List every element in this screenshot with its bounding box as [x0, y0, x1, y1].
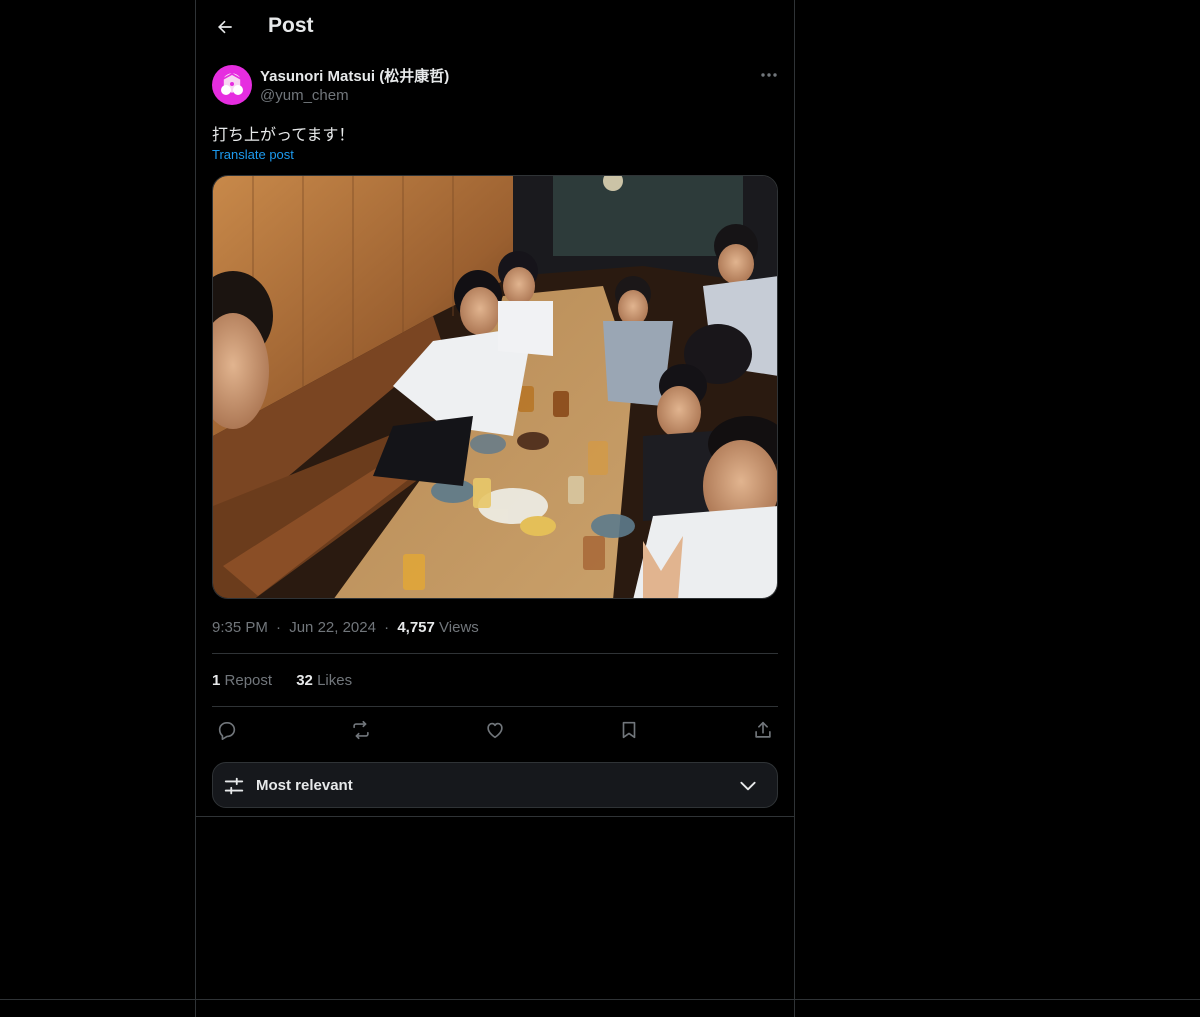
author-display-name[interactable]: Yasunori Matsui (松井康哲) — [260, 65, 449, 86]
views-label: Views — [439, 619, 479, 636]
page-header: Post — [196, 0, 794, 54]
page-title: Post — [268, 14, 314, 37]
photo-image — [213, 176, 777, 598]
more-dots-icon — [761, 73, 777, 77]
reply-button[interactable] — [211, 716, 243, 744]
avatar-logo-icon — [221, 73, 243, 95]
post-meta: 9:35 PM · Jun 22, 2024 · 4,757 Views — [212, 619, 479, 636]
likes-count: 32 — [296, 672, 313, 689]
post-date[interactable]: Jun 22, 2024 — [289, 619, 376, 636]
back-button[interactable] — [208, 10, 242, 44]
translate-post-link[interactable]: Translate post — [212, 147, 294, 162]
likes-stat[interactable]: 32 Likes — [296, 672, 352, 689]
meta-separator: · — [384, 619, 390, 636]
action-bar — [212, 716, 778, 744]
post-stats: 1 Repost 32 Likes — [212, 672, 352, 689]
repost-button[interactable] — [345, 716, 377, 744]
sort-label: Most relevant — [256, 777, 353, 794]
post-detail-column: Post Yasunori Matsui (松井康哲) @yum_chem 打ち… — [195, 0, 795, 1017]
bookmark-icon — [622, 721, 636, 739]
like-icon — [487, 722, 503, 739]
share-button[interactable] — [747, 716, 779, 744]
repost-icon — [353, 720, 369, 740]
like-button[interactable] — [479, 716, 511, 744]
arrow-left-icon — [218, 20, 232, 34]
likes-label: Likes — [317, 672, 353, 689]
avatar[interactable] — [212, 65, 252, 105]
divider — [212, 653, 778, 654]
chevron-down-icon — [740, 781, 756, 791]
post-photo[interactable] — [212, 175, 778, 599]
reply-icon — [218, 722, 236, 740]
reposts-count: 1 — [212, 672, 221, 689]
sliders-icon — [224, 777, 244, 795]
views-count: 4,757 — [397, 619, 435, 636]
reposts-label: Repost — [224, 672, 273, 689]
reposts-stat[interactable]: 1 Repost — [212, 672, 276, 689]
meta-separator: · — [276, 619, 282, 636]
author-handle[interactable]: @yum_chem — [260, 87, 349, 104]
more-options-button[interactable] — [756, 64, 782, 86]
post-text: 打ち上がってます！ — [212, 127, 355, 144]
divider — [212, 706, 778, 707]
bookmark-button[interactable] — [613, 716, 645, 744]
divider — [0, 999, 1200, 1000]
post-time[interactable]: 9:35 PM — [212, 619, 268, 636]
replies-sort-dropdown[interactable]: Most relevant — [212, 762, 778, 808]
share-icon — [755, 721, 771, 738]
divider — [196, 816, 794, 817]
